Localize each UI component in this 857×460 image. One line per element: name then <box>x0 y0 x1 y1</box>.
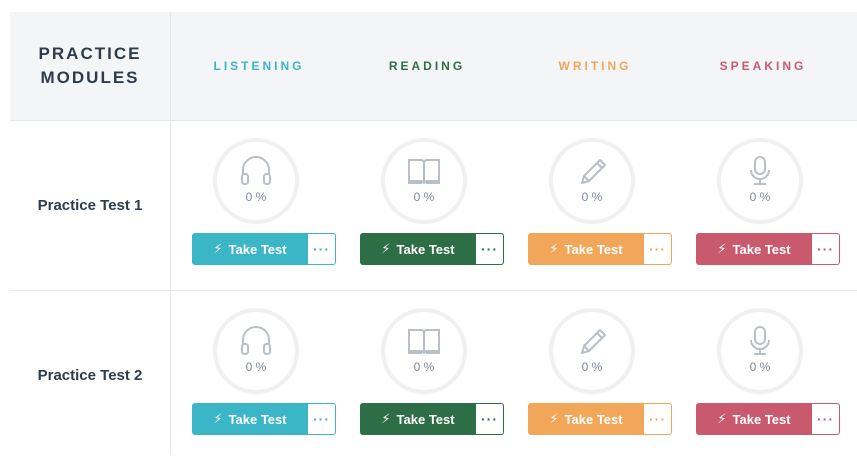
take-test-group: ⚡︎ Take Test ··· <box>192 403 337 435</box>
progress-percent: 0 % <box>581 360 603 374</box>
column-header-speaking: SPEAKING <box>719 59 807 73</box>
lightning-icon: ⚡︎ <box>717 411 727 426</box>
take-test-button[interactable]: ⚡︎ Take Test <box>360 233 476 265</box>
cell-test1-writing: 0 % ⚡︎ Take Test ··· <box>511 120 679 290</box>
take-test-group: ⚡︎ Take Test ··· <box>528 403 673 435</box>
column-header-reading: READING <box>388 59 466 73</box>
lightning-icon: ⚡︎ <box>381 411 391 426</box>
pencil-icon <box>581 159 606 184</box>
cell-test1-listening: 0 % ⚡︎ Take Test ··· <box>175 120 343 290</box>
column-header-listening: LISTENING <box>213 59 305 73</box>
take-test-group: ⚡︎ Take Test ··· <box>696 403 841 435</box>
progress-percent: 0 % <box>413 190 435 204</box>
progress-circle: 0 % <box>549 138 635 224</box>
more-options-button[interactable]: ··· <box>644 233 672 265</box>
cell-test1-speaking: 0 % ⚡︎ Take Test ··· <box>679 120 847 290</box>
lightning-icon: ⚡︎ <box>549 241 559 256</box>
progress-percent: 0 % <box>581 190 603 204</box>
book-icon <box>408 159 440 185</box>
column-header-writing: WRITING <box>558 59 632 73</box>
microphone-icon <box>750 326 770 355</box>
take-test-button[interactable]: ⚡︎ Take Test <box>528 403 644 435</box>
progress-percent: 0 % <box>749 360 771 374</box>
take-test-button[interactable]: ⚡︎ Take Test <box>696 403 812 435</box>
take-test-button[interactable]: ⚡︎ Take Test <box>192 403 308 435</box>
cell-test2-listening: 0 % ⚡︎ Take Test ··· <box>175 290 343 460</box>
take-test-label: Take Test <box>228 241 287 257</box>
take-test-label: Take Test <box>228 411 287 427</box>
lightning-icon: ⚡︎ <box>549 411 559 426</box>
progress-percent: 0 % <box>413 360 435 374</box>
take-test-button[interactable]: ⚡︎ Take Test <box>192 233 308 265</box>
take-test-label: Take Test <box>396 411 455 427</box>
lightning-icon: ⚡︎ <box>213 241 223 256</box>
take-test-label: Take Test <box>564 411 623 427</box>
pencil-icon <box>581 329 606 354</box>
take-test-group: ⚡︎ Take Test ··· <box>360 233 505 265</box>
more-options-button[interactable]: ··· <box>476 403 504 435</box>
column-divider <box>170 12 171 455</box>
practice-modules-table: PRACTICE MODULES LISTENING READING WRITI… <box>10 12 857 455</box>
progress-circle: 0 % <box>717 308 803 394</box>
more-options-button[interactable]: ··· <box>812 403 840 435</box>
take-test-group: ⚡︎ Take Test ··· <box>696 233 841 265</box>
microphone-icon <box>750 156 770 185</box>
progress-circle: 0 % <box>213 138 299 224</box>
title-line-2: MODULES <box>40 68 140 87</box>
headphones-icon <box>241 326 271 355</box>
headphones-icon <box>241 156 271 185</box>
progress-percent: 0 % <box>245 190 267 204</box>
progress-percent: 0 % <box>245 360 267 374</box>
row-label-practice-test-1: Practice Test 1 <box>37 196 143 214</box>
take-test-label: Take Test <box>732 241 791 257</box>
cell-test2-reading: 0 % ⚡︎ Take Test ··· <box>343 290 511 460</box>
progress-circle: 0 % <box>381 138 467 224</box>
progress-circle: 0 % <box>381 308 467 394</box>
take-test-button[interactable]: ⚡︎ Take Test <box>528 233 644 265</box>
take-test-label: Take Test <box>564 241 623 257</box>
title-line-1: PRACTICE <box>38 44 142 63</box>
book-icon <box>408 329 440 355</box>
cell-test2-writing: 0 % ⚡︎ Take Test ··· <box>511 290 679 460</box>
progress-circle: 0 % <box>717 138 803 224</box>
row-label-practice-test-2: Practice Test 2 <box>37 366 143 384</box>
progress-circle: 0 % <box>549 308 635 394</box>
lightning-icon: ⚡︎ <box>381 241 391 256</box>
take-test-group: ⚡︎ Take Test ··· <box>192 233 337 265</box>
take-test-button[interactable]: ⚡︎ Take Test <box>360 403 476 435</box>
cell-test2-speaking: 0 % ⚡︎ Take Test ··· <box>679 290 847 460</box>
take-test-group: ⚡︎ Take Test ··· <box>528 233 673 265</box>
lightning-icon: ⚡︎ <box>213 411 223 426</box>
more-options-button[interactable]: ··· <box>644 403 672 435</box>
lightning-icon: ⚡︎ <box>717 241 727 256</box>
take-test-label: Take Test <box>396 241 455 257</box>
more-options-button[interactable]: ··· <box>308 233 336 265</box>
more-options-button[interactable]: ··· <box>812 233 840 265</box>
more-options-button[interactable]: ··· <box>476 233 504 265</box>
practice-modules-title: PRACTICE MODULES <box>10 12 170 120</box>
progress-circle: 0 % <box>213 308 299 394</box>
take-test-label: Take Test <box>732 411 791 427</box>
take-test-button[interactable]: ⚡︎ Take Test <box>696 233 812 265</box>
more-options-button[interactable]: ··· <box>308 403 336 435</box>
cell-test1-reading: 0 % ⚡︎ Take Test ··· <box>343 120 511 290</box>
take-test-group: ⚡︎ Take Test ··· <box>360 403 505 435</box>
progress-percent: 0 % <box>749 190 771 204</box>
